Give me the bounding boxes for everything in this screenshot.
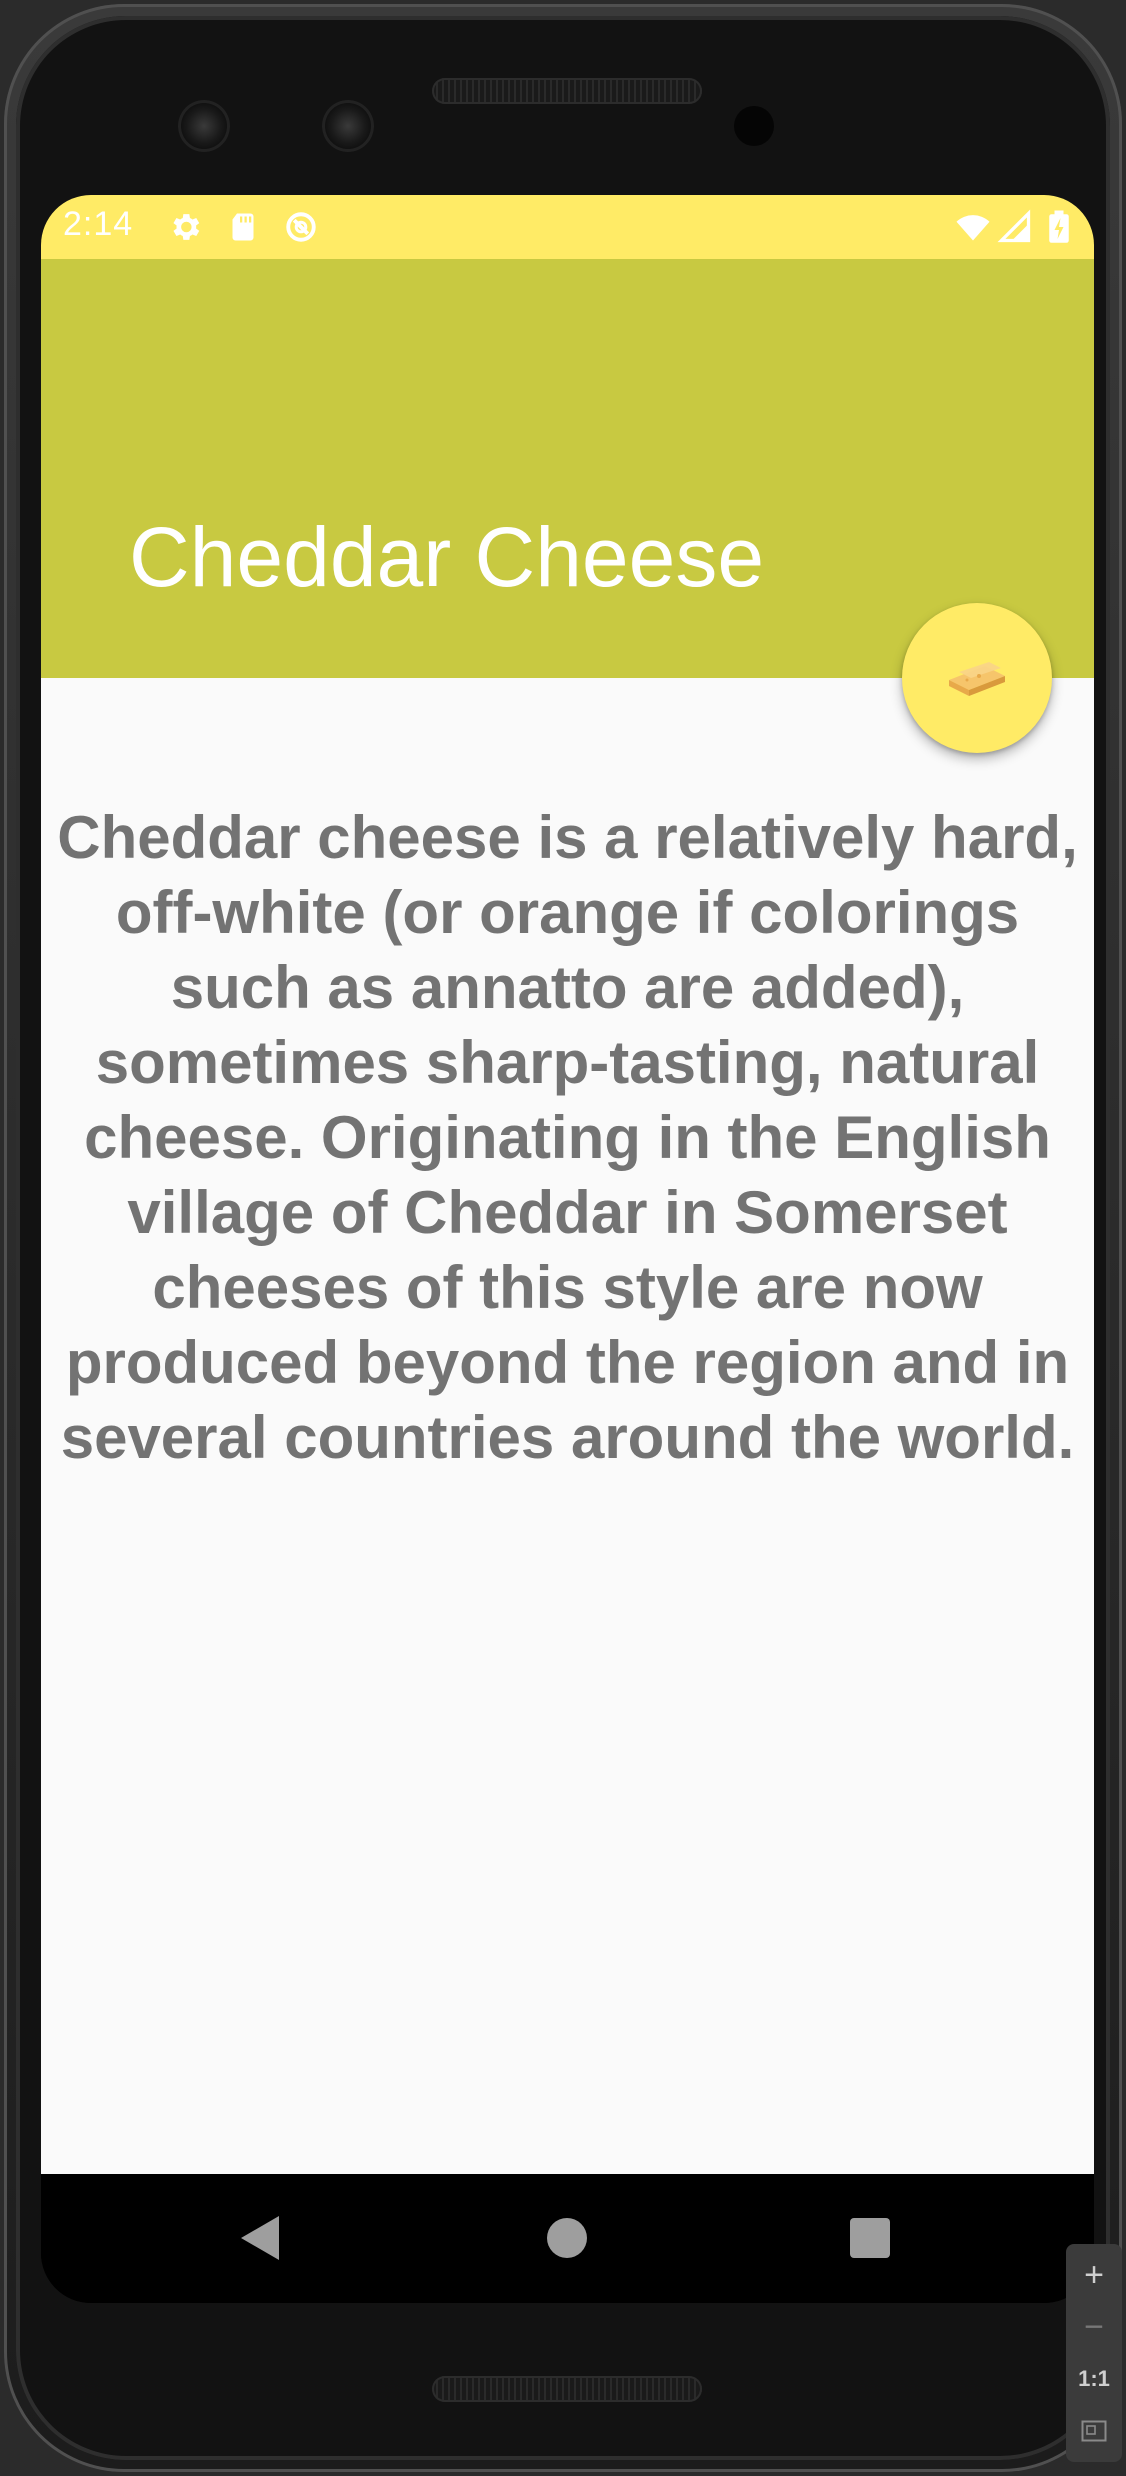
cheese-icon (949, 662, 1005, 696)
home-icon (547, 2218, 587, 2258)
navigation-bar (41, 2174, 1094, 2303)
wifi-icon (956, 215, 990, 241)
zoom-in-button[interactable]: + (1066, 2250, 1122, 2300)
content-area: Cheddar cheese is a relatively hard, off… (41, 678, 1094, 2174)
earpiece-speaker (432, 78, 702, 104)
zoom-out-button[interactable]: − (1066, 2302, 1122, 2352)
gear-icon (173, 214, 200, 240)
page-title: Cheddar Cheese (129, 510, 765, 604)
recents-button[interactable] (840, 2208, 900, 2268)
battery-icon (1049, 210, 1069, 243)
home-button[interactable] (537, 2208, 597, 2268)
emulator-stage: 2:14 Cheddar Cheese Cheddar cheese is a … (0, 0, 1126, 2476)
front-camera-secondary-icon (322, 100, 374, 152)
back-icon (241, 2216, 279, 2260)
signal-icon (997, 209, 1031, 243)
bottom-speaker (432, 2376, 702, 2402)
zoom-reset-button[interactable]: 1:1 (1066, 2354, 1122, 2404)
cheese-description: Cheddar cheese is a relatively hard, off… (57, 804, 1078, 1471)
fab-button[interactable] (902, 603, 1052, 753)
proximity-sensor (734, 106, 774, 146)
back-button[interactable] (231, 2208, 291, 2268)
status-time: 2:14 (63, 205, 134, 243)
device-screen: 2:14 Cheddar Cheese Cheddar cheese is a … (41, 195, 1094, 2303)
sd-card-icon (232, 213, 254, 241)
data-saver-icon (286, 212, 316, 242)
status-bar: 2:14 (41, 195, 1094, 259)
emulator-zoom-panel: + − 1:1 (1066, 2244, 1122, 2462)
zoom-fit-button[interactable] (1066, 2406, 1122, 2456)
recents-icon (850, 2218, 890, 2258)
front-camera-icon (178, 100, 230, 152)
fit-screen-icon (1081, 2420, 1107, 2442)
